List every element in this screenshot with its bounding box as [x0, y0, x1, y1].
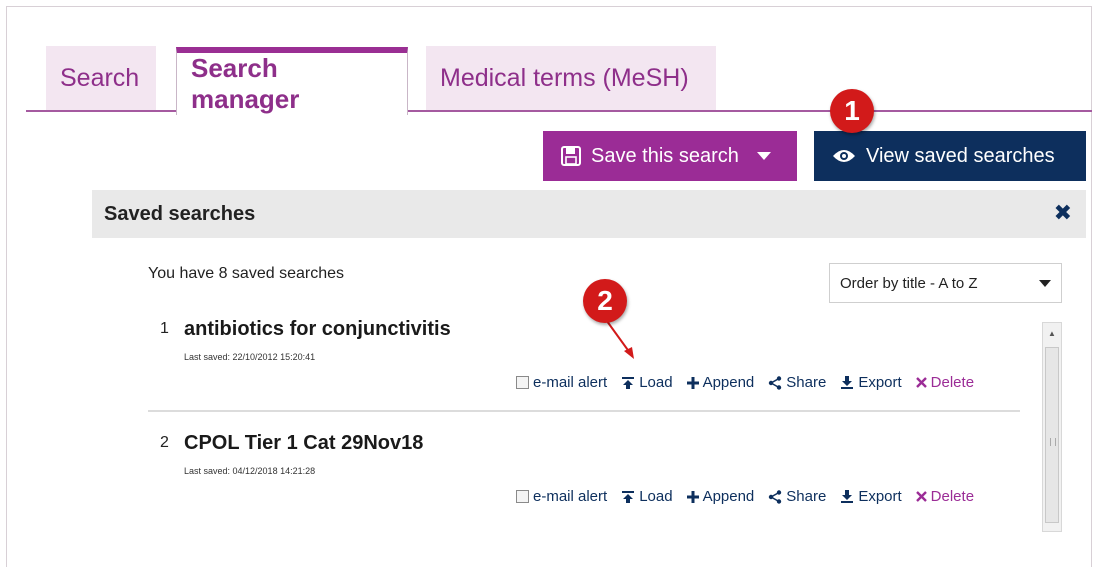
- save-search-label: Save this search: [591, 144, 739, 167]
- saved-count-text: You have 8 saved searches: [148, 265, 344, 282]
- caret-down-icon: [756, 152, 771, 160]
- scroll-up-icon[interactable]: ▲: [1048, 329, 1056, 338]
- scrollbar-thumb[interactable]: [1045, 347, 1059, 523]
- tab-medical-terms[interactable]: Medical terms (MeSH): [426, 46, 716, 110]
- result-number: 2: [160, 434, 169, 451]
- order-select[interactable]: Order by title - A to Z: [829, 263, 1062, 303]
- share-label: Share: [786, 488, 827, 505]
- result-last-saved: Last saved: 04/12/2018 14:21:28: [184, 466, 316, 476]
- load-icon: [622, 376, 635, 389]
- append-label: Append: [702, 374, 755, 391]
- export-button[interactable]: Export: [840, 374, 902, 391]
- tab-search-manager-label: Search manager: [191, 53, 300, 114]
- export-label: Export: [858, 488, 902, 505]
- append-button[interactable]: Append: [686, 374, 755, 391]
- append-button[interactable]: Append: [686, 488, 755, 505]
- tab-search-manager[interactable]: Search manager: [176, 47, 408, 115]
- saved-searches-title: Saved searches: [104, 202, 256, 225]
- email-alert-label: e-mail alert: [533, 374, 608, 391]
- share-icon: [769, 375, 782, 390]
- floppy-disk-icon: [561, 146, 581, 166]
- email-alert-checkbox[interactable]: e-mail alert: [516, 488, 607, 505]
- delete-button[interactable]: Delete: [915, 374, 975, 391]
- export-button[interactable]: Export: [840, 488, 902, 505]
- eye-icon: [833, 150, 855, 162]
- plus-icon: [686, 490, 699, 503]
- view-saved-searches-button[interactable]: View saved searches: [814, 131, 1086, 181]
- share-icon: [769, 489, 782, 504]
- tab-medical-terms-label: Medical terms (MeSH): [440, 63, 689, 92]
- delete-x-icon: [915, 491, 927, 502]
- step-marker-1: 1: [830, 89, 874, 133]
- result-divider: [148, 410, 1020, 412]
- list-item: 1 antibiotics for conjunctivitis Last sa…: [160, 316, 1020, 416]
- email-alert-label: e-mail alert: [533, 488, 608, 505]
- delete-label: Delete: [930, 374, 975, 391]
- order-select-value: Order by title - A to Z: [840, 274, 978, 292]
- share-label: Share: [786, 374, 827, 391]
- saved-searches-header: Saved searches ✖: [92, 190, 1086, 238]
- result-actions: e-mail alert Load Append Share Export De…: [516, 374, 974, 391]
- step-marker-2: 2: [583, 279, 627, 323]
- delete-x-icon: [915, 377, 927, 388]
- share-button[interactable]: Share: [768, 374, 826, 391]
- plus-icon: [686, 376, 699, 389]
- delete-label: Delete: [930, 488, 975, 505]
- load-label: Load: [639, 374, 673, 391]
- append-label: Append: [702, 488, 755, 505]
- result-last-saved: Last saved: 22/10/2012 15:20:41: [184, 352, 316, 362]
- checkbox-icon: [516, 376, 529, 389]
- load-button[interactable]: Load: [621, 374, 673, 391]
- load-icon: [622, 490, 635, 503]
- results-scrollbar[interactable]: ▲: [1042, 322, 1062, 532]
- close-icon[interactable]: ✖: [1054, 200, 1072, 226]
- grip-icon: [1050, 438, 1056, 446]
- checkbox-icon: [516, 490, 529, 503]
- list-item: 2 CPOL Tier 1 Cat 29Nov18 Last saved: 04…: [160, 430, 1020, 530]
- download-icon: [841, 375, 854, 389]
- tab-search-label: Search: [60, 63, 140, 92]
- save-search-button[interactable]: Save this search: [543, 131, 797, 181]
- share-button[interactable]: Share: [768, 488, 826, 505]
- export-label: Export: [858, 374, 902, 391]
- tab-search[interactable]: Search: [46, 46, 156, 110]
- view-saved-searches-label: View saved searches: [866, 144, 1055, 167]
- result-title[interactable]: CPOL Tier 1 Cat 29Nov18: [184, 432, 423, 455]
- result-actions: e-mail alert Load Append Share Export De…: [516, 488, 974, 505]
- download-icon: [841, 489, 854, 503]
- result-title[interactable]: antibiotics for conjunctivitis: [184, 318, 451, 341]
- email-alert-checkbox[interactable]: e-mail alert: [516, 374, 607, 391]
- dropdown-arrow-icon: [1039, 280, 1051, 287]
- load-button[interactable]: Load: [621, 488, 673, 505]
- load-label: Load: [639, 488, 673, 505]
- result-number: 1: [160, 320, 169, 337]
- delete-button[interactable]: Delete: [915, 488, 975, 505]
